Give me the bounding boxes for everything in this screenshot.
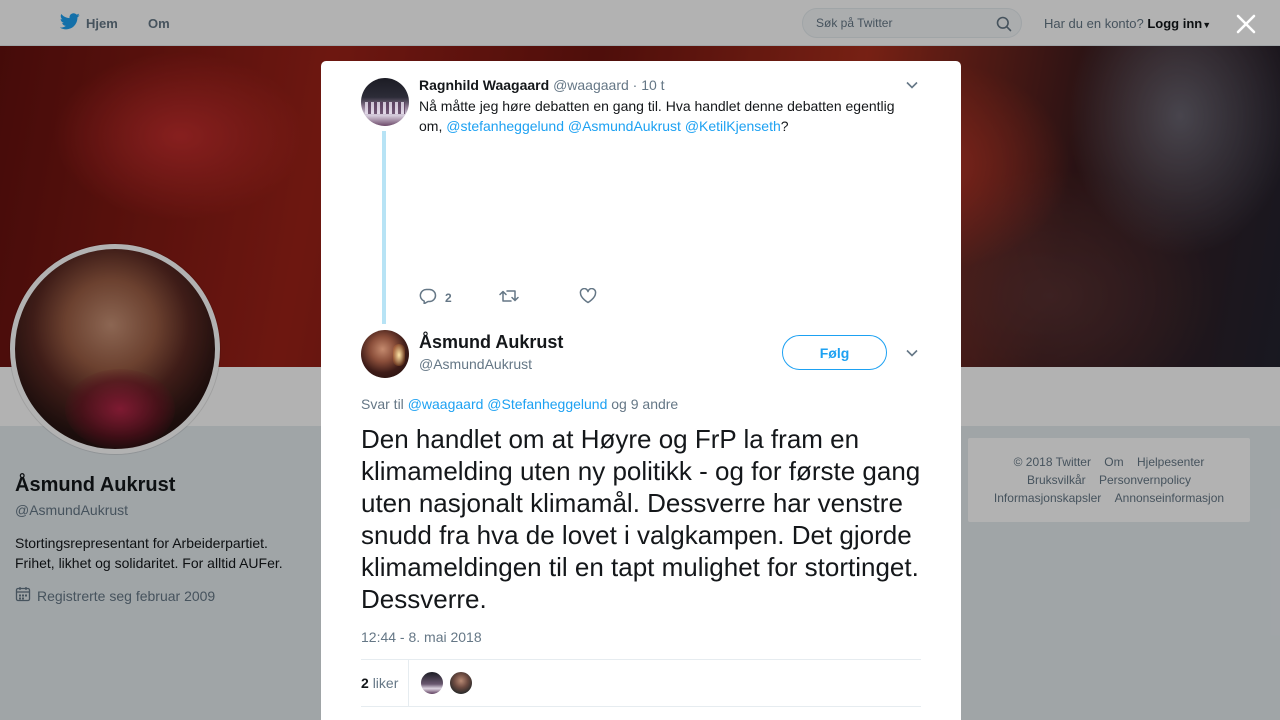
mention-link[interactable]: @stefanheggelund <box>446 118 564 134</box>
reply-to-line: Svar til @waagaard @Stefanheggelund og 9… <box>361 396 678 412</box>
main-tweet-avatar[interactable] <box>361 330 409 378</box>
parent-tweet-text-end: ? <box>780 118 789 134</box>
reply-count: 2 <box>445 290 452 305</box>
mention-link[interactable]: @Stefanheggelund <box>487 396 607 412</box>
thread-connector-line <box>382 131 386 324</box>
mention-link[interactable]: @AsmundAukrust <box>568 118 681 134</box>
likes-count: 2 <box>361 675 369 691</box>
parent-tweet-author-name[interactable]: Ragnhild Waagaard <box>419 77 549 93</box>
parent-tweet-chevron-down-icon[interactable] <box>905 78 919 97</box>
likes-row: 2 liker <box>361 659 921 707</box>
main-tweet-chevron-down-icon[interactable] <box>905 346 919 365</box>
mention-link[interactable]: @KetilKjenseth <box>685 118 781 134</box>
mention-link[interactable]: @waagaard <box>408 396 484 412</box>
parent-tweet-actions: 2 <box>419 287 597 307</box>
like-button[interactable] <box>579 287 597 307</box>
main-tweet-timestamp[interactable]: 12:44 - 8. mai 2018 <box>361 629 482 645</box>
follow-button[interactable]: Følg <box>782 335 887 370</box>
retweet-icon <box>499 288 519 307</box>
main-tweet-author-name[interactable]: Åsmund Aukrust <box>419 332 563 353</box>
close-icon[interactable] <box>1234 12 1258 36</box>
liker-avatar[interactable] <box>420 671 444 695</box>
reply-icon <box>419 288 437 307</box>
likes-count-link[interactable]: 2 liker <box>361 675 398 691</box>
parent-tweet-header: Ragnhild Waagaard @waagaard · 10 t <box>419 77 665 93</box>
liker-avatar[interactable] <box>449 671 473 695</box>
main-tweet-author-handle[interactable]: @AsmundAukrust <box>419 356 532 372</box>
likes-divider <box>408 660 409 707</box>
reply-to-others[interactable]: og 9 andre <box>611 396 678 412</box>
tweet-modal: Ragnhild Waagaard @waagaard · 10 t Nå må… <box>321 61 961 720</box>
parent-tweet-avatar[interactable] <box>361 78 409 126</box>
retweet-button[interactable] <box>499 288 579 307</box>
reply-button[interactable]: 2 <box>419 288 499 307</box>
likes-label: liker <box>372 675 399 691</box>
heart-icon <box>579 287 597 307</box>
main-tweet-text: Den handlet om at Høyre og FrP la fram e… <box>361 424 921 614</box>
parent-tweet-author-handle[interactable]: @waagaard <box>553 77 629 93</box>
parent-tweet-time[interactable]: · 10 t <box>633 77 665 93</box>
parent-tweet-text: Nå måtte jeg høre debatten en gang til. … <box>419 96 909 136</box>
reply-to-prefix: Svar til <box>361 396 404 412</box>
